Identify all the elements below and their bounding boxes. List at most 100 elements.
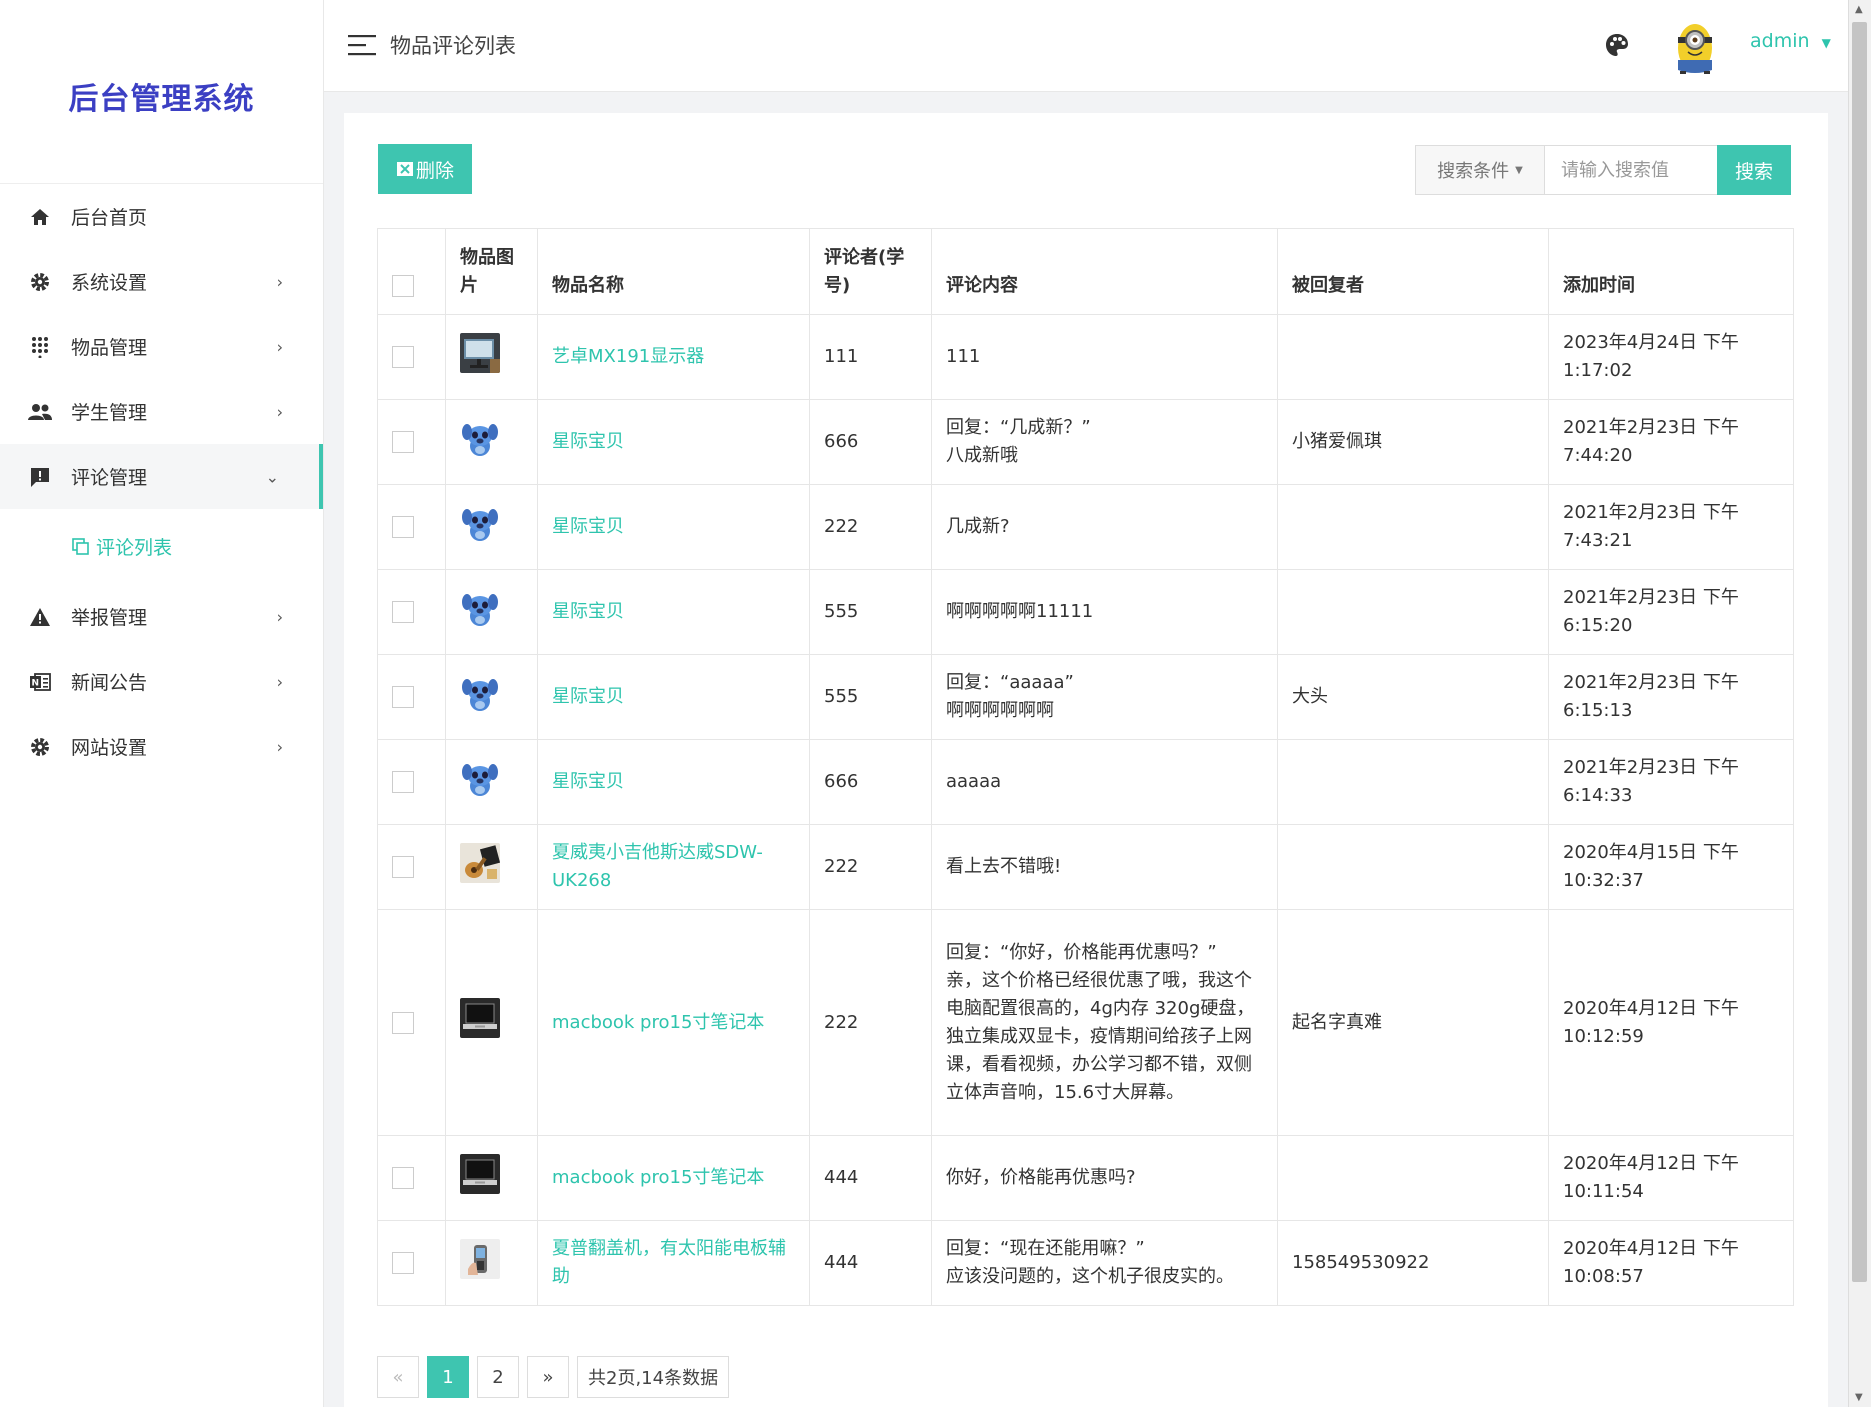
row-checkbox[interactable]	[392, 856, 414, 878]
added-time-cell: 2020年4月12日 下午10:11:54	[1548, 1135, 1794, 1221]
header-content: 评论内容	[931, 228, 1278, 315]
chevron-right-icon: ›	[276, 737, 283, 756]
svg-text:N: N	[32, 678, 40, 688]
commenter-cell: 222	[809, 484, 932, 570]
item-image-cell	[445, 909, 538, 1136]
sidebar-item-students[interactable]: 学生管理 ›	[0, 379, 323, 444]
sidebar-item-home[interactable]: 后台首页	[0, 184, 323, 249]
item-name-link[interactable]: 星际宝贝	[552, 516, 624, 537]
delete-button[interactable]: 删除	[378, 144, 472, 194]
sidebar-item-label: 系统设置	[71, 272, 148, 294]
replied-user-cell: 起名字真难	[1277, 909, 1549, 1136]
table-body: 艺卓MX191显示器 111 111 2023年4月24日 下午1:17:02 星际宝贝…	[377, 314, 1794, 1306]
comment-content-cell: 回复：“aaaaa” 啊啊啊啊啊啊	[931, 654, 1278, 740]
sidebar-item-label: 学生管理	[71, 402, 148, 424]
row-select-cell	[377, 569, 446, 655]
page-scrollbar[interactable]: ▲ ▼	[1848, 0, 1871, 1407]
next-page-button[interactable]: »	[527, 1356, 569, 1398]
prev-page-button[interactable]: «	[377, 1356, 419, 1398]
replied-user-cell	[1277, 314, 1549, 400]
scroll-thumb[interactable]	[1852, 22, 1867, 1282]
added-time-cell: 2020年4月12日 下午10:08:57	[1548, 1220, 1794, 1306]
search-condition-select[interactable]: 搜索条件 ▼	[1415, 145, 1545, 195]
item-name-link[interactable]: 夏威夷小吉他斯达威SDW-UK268	[552, 842, 763, 891]
page-2-button[interactable]: 2	[477, 1356, 519, 1398]
item-name-link[interactable]: macbook pro15寸笔记本	[552, 1012, 764, 1033]
row-checkbox[interactable]	[392, 1252, 414, 1274]
user-menu[interactable]: admin ▼	[1750, 30, 1831, 52]
search-input[interactable]	[1545, 145, 1717, 195]
item-name-link[interactable]: macbook pro15寸笔记本	[552, 1167, 764, 1188]
table-header-row: 物品图片 物品名称 评论者(学号) 评论内容 被回复者 添加时间	[377, 228, 1794, 315]
item-name-link[interactable]: 艺卓MX191显示器	[552, 346, 704, 367]
row-checkbox[interactable]	[392, 346, 414, 368]
added-time-cell: 2020年4月12日 下午10:12:59	[1548, 909, 1794, 1136]
commenter-cell: 444	[809, 1135, 932, 1221]
commenter-cell: 666	[809, 399, 932, 485]
search-button[interactable]: 搜索	[1717, 145, 1791, 195]
row-checkbox[interactable]	[392, 516, 414, 538]
chevron-right-icon: ›	[276, 337, 283, 356]
avatar[interactable]	[1668, 18, 1722, 74]
chevron-right-icon: ›	[276, 607, 283, 626]
item-thumbnail	[460, 998, 500, 1038]
sidebar-item-news[interactable]: N 新闻公告 ›	[0, 649, 323, 714]
item-name-cell: macbook pro15寸笔记本	[537, 1135, 810, 1221]
item-thumbnail	[460, 587, 500, 628]
row-checkbox[interactable]	[392, 771, 414, 793]
item-image-cell	[445, 569, 538, 655]
caret-down-icon: ▼	[1515, 164, 1523, 176]
scroll-down-arrow-icon[interactable]: ▼	[1855, 1392, 1863, 1403]
comment-content-cell: 111	[931, 314, 1278, 400]
row-select-cell	[377, 909, 446, 1136]
added-time-cell: 2021年2月23日 下午7:44:20	[1548, 399, 1794, 485]
item-name-cell: 艺卓MX191显示器	[537, 314, 810, 400]
sidebar-item-reports[interactable]: 举报管理 ›	[0, 584, 323, 649]
replied-user-cell	[1277, 1135, 1549, 1221]
item-thumbnail	[460, 502, 500, 543]
row-select-cell	[377, 824, 446, 910]
item-name-link[interactable]: 夏普翻盖机，有太阳能电板辅助	[552, 1238, 786, 1287]
sidebar-item-system-settings[interactable]: 系统设置 ›	[0, 249, 323, 314]
comment-icon	[28, 465, 52, 489]
row-select-cell	[377, 654, 446, 740]
select-all-checkbox[interactable]	[392, 274, 414, 297]
sidebar: 后台管理系统 后台首页 系统设置 › 物品管理 › 学生管理 › 评论管理 ⌄ …	[0, 0, 324, 1407]
row-checkbox[interactable]	[392, 601, 414, 623]
item-image-cell	[445, 1220, 538, 1306]
added-time-cell: 2021年2月23日 下午6:15:20	[1548, 569, 1794, 655]
header-replied: 被回复者	[1277, 228, 1549, 315]
item-name-link[interactable]: 星际宝贝	[552, 771, 624, 792]
item-name-link[interactable]: 星际宝贝	[552, 431, 624, 452]
added-time-cell: 2021年2月23日 下午7:43:21	[1548, 484, 1794, 570]
row-checkbox[interactable]	[392, 431, 414, 453]
palette-icon[interactable]	[1604, 32, 1630, 62]
item-name-link[interactable]: 星际宝贝	[552, 601, 624, 622]
table-row: macbook pro15寸笔记本 444 你好，价格能再优惠吗? 2020年4月12…	[377, 1135, 1794, 1221]
row-checkbox[interactable]	[392, 1011, 414, 1034]
header-select-all	[377, 228, 446, 315]
sidebar-subitem-comment-list[interactable]: 评论列表	[0, 509, 323, 584]
table-row: 夏普翻盖机，有太阳能电板辅助 444 回复：“现在还能用嘛？” 应该没问题的，这个机…	[377, 1220, 1794, 1306]
sidebar-subitem-label: 评论列表	[96, 537, 173, 559]
header-commenter: 评论者(学号)	[809, 228, 932, 315]
sidebar-item-label: 评论管理	[71, 467, 148, 489]
row-checkbox[interactable]	[392, 686, 414, 708]
sidebar-item-site-settings[interactable]: 网站设置 ›	[0, 714, 323, 779]
comment-content-cell: 啊啊啊啊啊11111	[931, 569, 1278, 655]
item-image-cell	[445, 654, 538, 740]
replied-user-cell	[1277, 739, 1549, 825]
menu-toggle-icon[interactable]	[348, 34, 376, 60]
item-image-cell	[445, 1135, 538, 1221]
commenter-cell: 222	[809, 824, 932, 910]
news-icon: N	[28, 670, 52, 694]
sidebar-item-items[interactable]: 物品管理 ›	[0, 314, 323, 379]
row-checkbox[interactable]	[392, 1167, 414, 1189]
page-1-button[interactable]: 1	[427, 1356, 469, 1398]
scroll-up-arrow-icon[interactable]: ▲	[1855, 4, 1863, 15]
item-name-link[interactable]: 星际宝贝	[552, 686, 624, 707]
sidebar-item-comments[interactable]: 评论管理 ⌄	[0, 444, 323, 509]
pagination: « 1 2 » 共2页,14条数据	[377, 1356, 730, 1398]
brand: 后台管理系统	[0, 0, 323, 184]
row-select-cell	[377, 1220, 446, 1306]
